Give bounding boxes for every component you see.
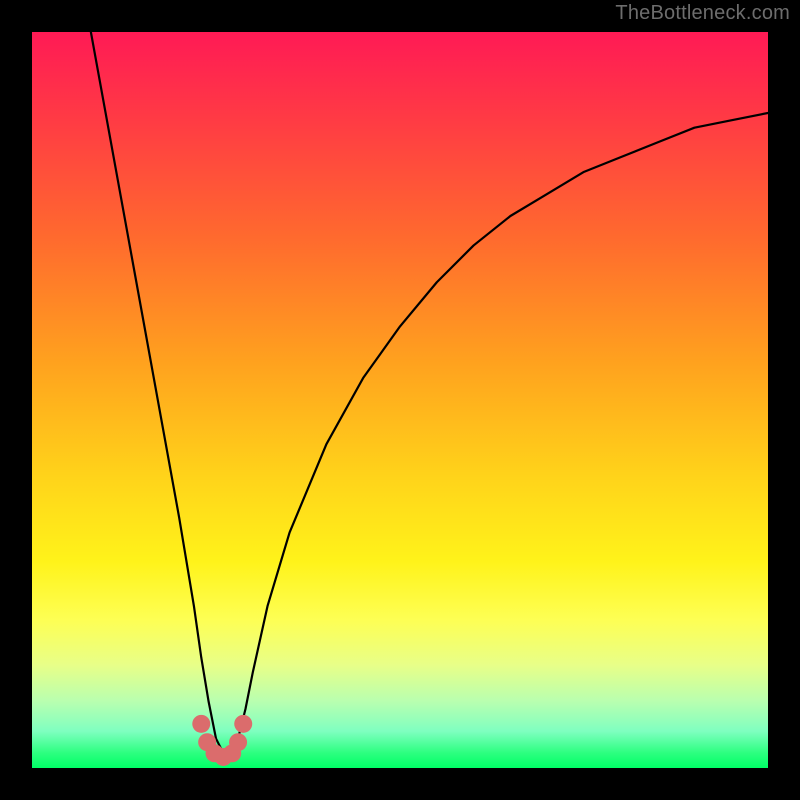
minimum-marker <box>229 733 247 751</box>
minimum-marker-group <box>192 715 252 766</box>
minimum-marker <box>234 715 252 733</box>
minimum-marker <box>192 715 210 733</box>
watermark-text: TheBottleneck.com <box>615 2 790 25</box>
chart-container: TheBottleneck.com <box>0 0 800 800</box>
plot-area <box>32 32 768 768</box>
curve-svg <box>32 32 768 768</box>
bottleneck-curve <box>91 32 768 753</box>
